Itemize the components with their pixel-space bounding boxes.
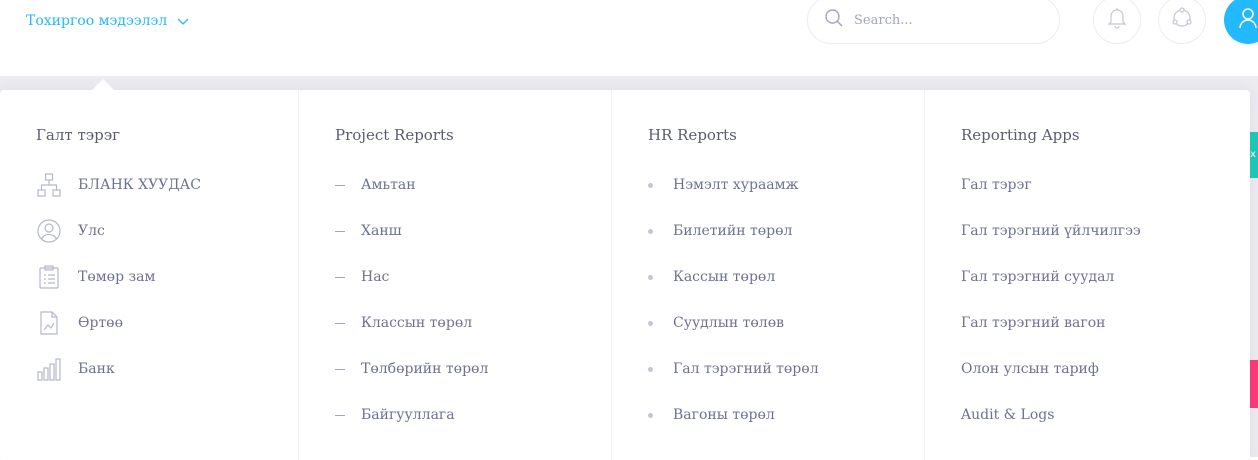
- menu-item-label: Билетийн төрөл: [673, 223, 793, 239]
- chevron-down-icon: [177, 11, 189, 30]
- menu-item-railway[interactable]: Төмөр зам: [36, 254, 201, 300]
- top-header: Тохиргоо мэдээлэл: [0, 0, 1258, 76]
- menu-column-hr-reports: HR Reports Нэмэлт хураамж Билетийн төрөл…: [611, 90, 924, 460]
- menu-item-ticket-type[interactable]: Билетийн төрөл: [648, 208, 819, 254]
- menu-item-train-seat[interactable]: Гал тэрэгний суудал: [961, 254, 1141, 300]
- column-items: Гал тэрэг Гал тэрэгний үйлчилгээ Гал тэр…: [961, 162, 1141, 438]
- column-items: БЛАНК ХУУДАС Улс Төмөр зам Өртөө Банк: [36, 162, 201, 392]
- dot-bullet: [648, 228, 653, 234]
- menu-item-organization[interactable]: Байгууллага: [335, 392, 488, 438]
- menu-item-label: Классын төрөл: [361, 315, 473, 331]
- mega-menu-dropdown: Галт тэрэг БЛАНК ХУУДАС Улс Төмөр зам Өр…: [0, 79, 1250, 460]
- menu-item-label: Гал тэрэгний вагон: [961, 315, 1106, 331]
- menu-item-class-type[interactable]: Классын төрөл: [335, 300, 488, 346]
- menu-item-age[interactable]: Нас: [335, 254, 488, 300]
- menu-item-label: Төлбөрийн төрөл: [361, 361, 489, 377]
- dropdown-arrow: [92, 79, 114, 90]
- column-heading: HR Reports: [648, 126, 737, 144]
- dash-bullet: [335, 276, 345, 278]
- menu-item-label: Кассын төрөл: [673, 269, 776, 285]
- dot-bullet: [648, 412, 653, 418]
- dash-bullet: [335, 230, 345, 232]
- settings-menu-toggle[interactable]: Тохиргоо мэдээлэл: [26, 11, 189, 30]
- menu-item-train-type[interactable]: Гал тэрэгний төрөл: [648, 346, 819, 392]
- clipboard-list-icon: [36, 264, 62, 290]
- menu-item-label: Суудлын төлөв: [673, 315, 785, 331]
- menu-item-label: Ханш: [361, 223, 402, 239]
- menu-item-label: Олон улсын тариф: [961, 361, 1099, 377]
- menu-item-blank-page[interactable]: БЛАНК ХУУДАС: [36, 162, 201, 208]
- menu-item-label: Гал тэрэг: [961, 177, 1032, 193]
- dot-bullet: [648, 366, 653, 372]
- menu-item-cashier-type[interactable]: Кассын төрөл: [648, 254, 819, 300]
- menu-item-label: Байгууллага: [361, 407, 455, 423]
- menu-item-label: Audit & Logs: [961, 407, 1055, 423]
- search-box[interactable]: [807, 0, 1060, 44]
- menu-item-label: Нэмэлт хураамж: [673, 177, 799, 193]
- user-circle-icon: [36, 218, 62, 244]
- menu-column-train: Галт тэрэг БЛАНК ХУУДАС Улс Төмөр зам Өр…: [0, 90, 298, 460]
- menu-item-payment-type[interactable]: Төлбөрийн төрөл: [335, 346, 488, 392]
- dash-bullet: [335, 368, 345, 370]
- user-profile-button[interactable]: [1224, 0, 1258, 44]
- menu-item-label: Амьтан: [361, 177, 416, 193]
- menu-item-label: БЛАНК ХУУДАС: [78, 177, 201, 193]
- file-chart-icon: [36, 310, 62, 336]
- dot-bullet: [648, 320, 653, 326]
- menu-item-label: Гал тэрэгний төрөл: [673, 361, 819, 377]
- menu-item-label: Гал тэрэгний үйлчилгээ: [961, 223, 1141, 239]
- dot-bullet: [648, 274, 653, 280]
- menu-item-rate[interactable]: Ханш: [335, 208, 488, 254]
- settings-menu-label: Тохиргоо мэдээлэл: [26, 12, 168, 29]
- dash-bullet: [335, 184, 345, 186]
- sitemap-icon: [36, 172, 62, 198]
- menu-item-country[interactable]: Улс: [36, 208, 201, 254]
- menu-item-train[interactable]: Гал тэрэг: [961, 162, 1141, 208]
- notifications-button[interactable]: [1093, 0, 1141, 44]
- menu-item-bank[interactable]: Банк: [36, 346, 201, 392]
- share-network-icon: [1170, 6, 1194, 34]
- menu-item-train-wagon[interactable]: Гал тэрэгний вагон: [961, 300, 1141, 346]
- column-heading: Галт тэрэг: [36, 126, 121, 144]
- search-input[interactable]: [852, 11, 1046, 29]
- menu-item-seat-status[interactable]: Суудлын төлөв: [648, 300, 819, 346]
- search-icon: [824, 8, 844, 32]
- column-heading: Reporting Apps: [961, 126, 1080, 144]
- menu-item-label: Гал тэрэгний суудал: [961, 269, 1115, 285]
- column-items: Нэмэлт хураамж Билетийн төрөл Кассын төр…: [648, 162, 819, 438]
- bar-chart-icon: [36, 356, 62, 382]
- menu-item-extra-fee[interactable]: Нэмэлт хураамж: [648, 162, 819, 208]
- quick-actions-button[interactable]: [1158, 0, 1206, 44]
- menu-item-label: Вагоны төрөл: [673, 407, 775, 423]
- dash-bullet: [335, 414, 345, 416]
- bell-icon: [1106, 6, 1128, 34]
- menu-item-international-tariff[interactable]: Олон улсын тариф: [961, 346, 1141, 392]
- dot-bullet: [648, 182, 653, 188]
- menu-column-reporting-apps: Reporting Apps Гал тэрэг Гал тэрэгний үй…: [924, 90, 1250, 460]
- column-heading: Project Reports: [335, 126, 454, 144]
- menu-item-label: Нас: [361, 269, 390, 285]
- menu-column-project-reports: Project Reports Амьтан Ханш Нас Классын …: [298, 90, 611, 460]
- column-items: Амьтан Ханш Нас Классын төрөл Төлбөрийн …: [335, 162, 488, 438]
- menu-item-train-service[interactable]: Гал тэрэгний үйлчилгээ: [961, 208, 1141, 254]
- menu-item-wagon-type[interactable]: Вагоны төрөл: [648, 392, 819, 438]
- menu-item-label: Өртөө: [78, 315, 124, 331]
- menu-item-label: Төмөр зам: [78, 269, 156, 285]
- user-icon: [1237, 6, 1258, 34]
- menu-item-station[interactable]: Өртөө: [36, 300, 201, 346]
- menu-item-label: Банк: [78, 361, 115, 377]
- dash-bullet: [335, 322, 345, 324]
- menu-item-animal[interactable]: Амьтан: [335, 162, 488, 208]
- menu-item-audit-logs[interactable]: Audit & Logs: [961, 392, 1141, 438]
- menu-item-label: Улс: [78, 223, 105, 239]
